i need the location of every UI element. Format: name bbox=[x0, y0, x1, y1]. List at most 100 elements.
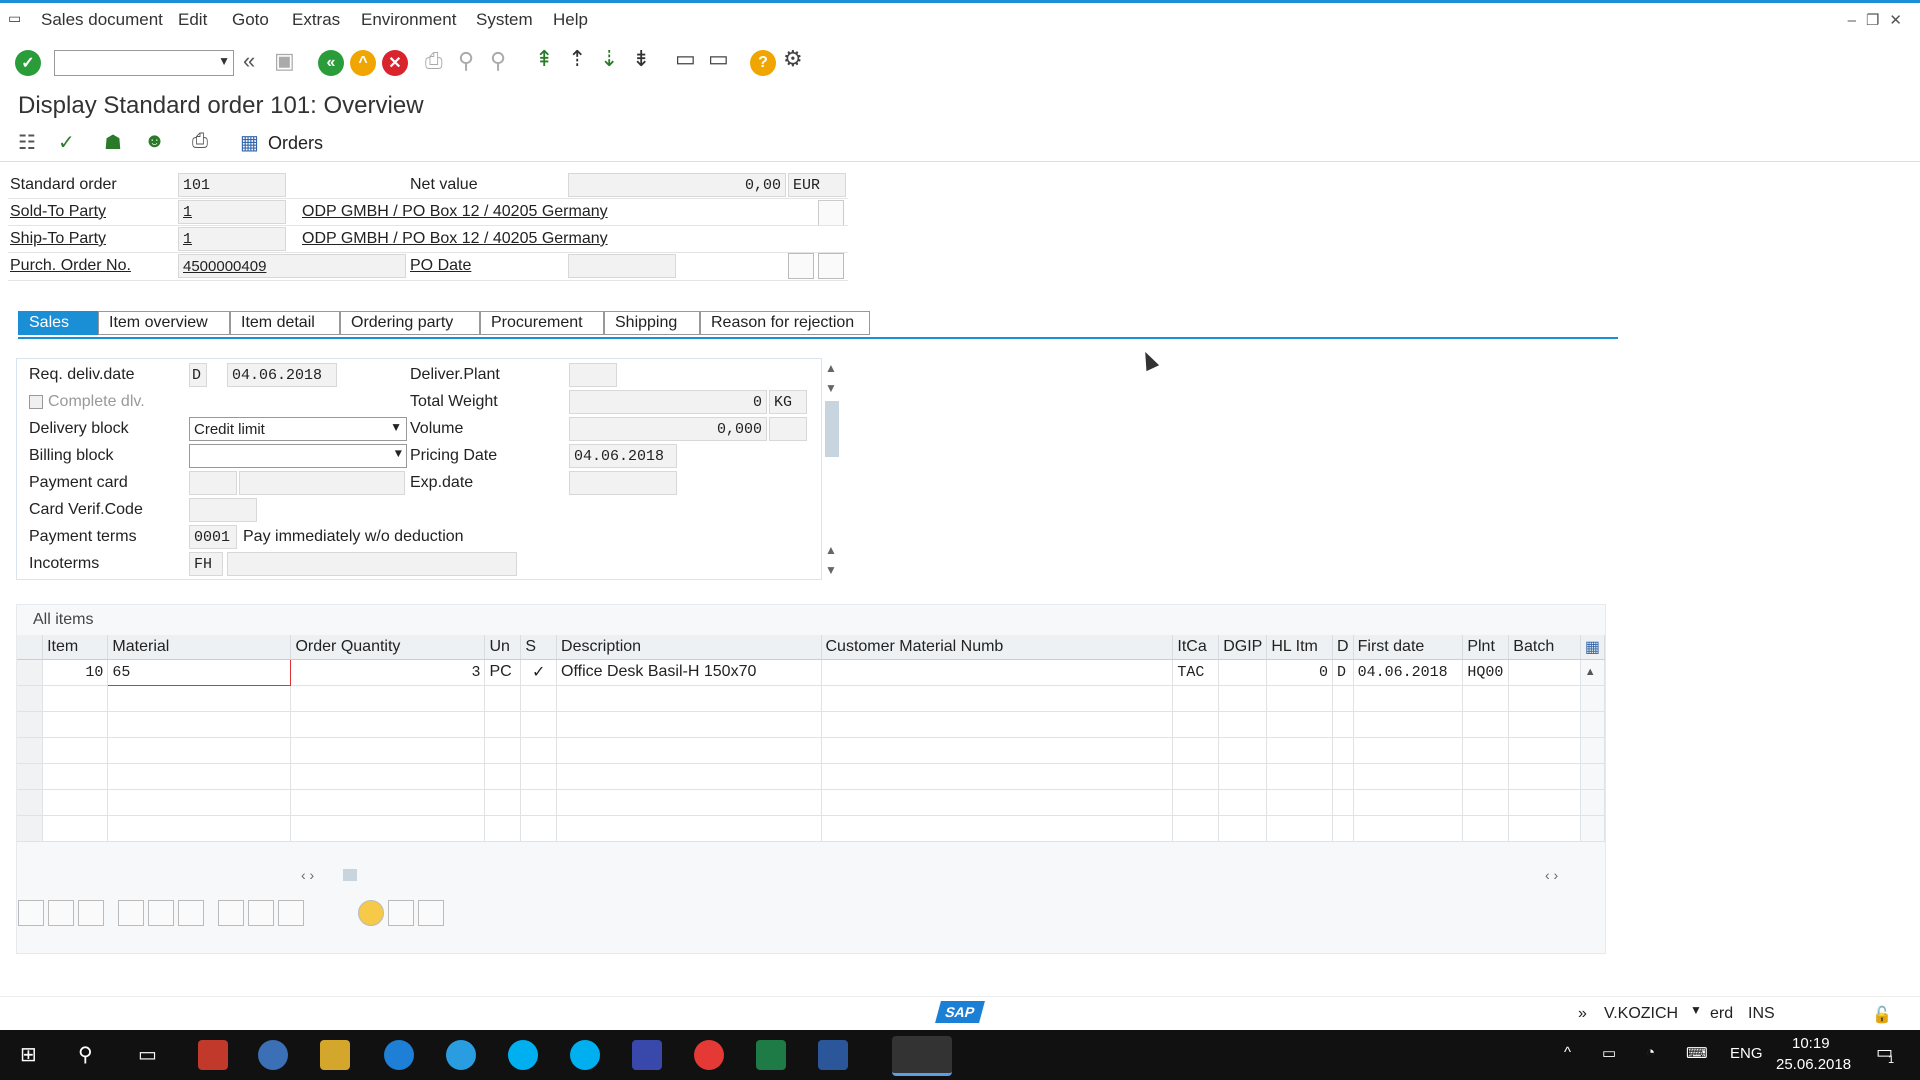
batch-cell[interactable] bbox=[1508, 659, 1581, 686]
menu-help[interactable]: Help bbox=[553, 10, 588, 30]
double-chevron-right-icon[interactable]: » bbox=[1578, 1005, 1587, 1023]
floppy-icon[interactable] bbox=[632, 1040, 662, 1070]
item-conditions-icon[interactable] bbox=[218, 900, 244, 926]
deliver-plant-field[interactable] bbox=[569, 363, 617, 387]
shortcut-icon[interactable]: ▭ bbox=[708, 46, 729, 72]
exp-date-field[interactable] bbox=[569, 471, 677, 495]
scroll-right-icon[interactable]: ‹ › bbox=[1545, 867, 1558, 883]
horizontal-scrollbar-thumb[interactable] bbox=[343, 869, 357, 881]
skype-business-icon[interactable] bbox=[570, 1040, 600, 1070]
printer-icon[interactable] bbox=[818, 253, 844, 279]
description-cell[interactable]: Office Desk Basil-H 150x70 bbox=[556, 659, 822, 686]
window-controls[interactable]: –❐✕ bbox=[1848, 11, 1912, 29]
shield-icon[interactable] bbox=[198, 1040, 228, 1070]
tab-item-overview[interactable]: Item overview bbox=[98, 311, 230, 335]
first-date-cell[interactable]: 04.06.2018 bbox=[1353, 659, 1464, 686]
item-detail-icon[interactable] bbox=[18, 900, 44, 926]
language-indicator[interactable]: ENG bbox=[1730, 1045, 1763, 1062]
internet-explorer-icon[interactable] bbox=[446, 1040, 476, 1070]
deselect-all-icon[interactable] bbox=[178, 900, 204, 926]
close-icon[interactable]: ✕ bbox=[1889, 12, 1912, 29]
chevron-up-icon[interactable]: ^ bbox=[1564, 1044, 1571, 1061]
person-icon[interactable]: ☻ bbox=[144, 130, 165, 153]
column-header[interactable]: S bbox=[520, 635, 558, 660]
table-row[interactable] bbox=[17, 815, 1606, 842]
table-row[interactable] bbox=[17, 685, 1606, 712]
column-header[interactable]: Order Quantity bbox=[290, 635, 486, 660]
menu-icon[interactable]: ▭ bbox=[8, 10, 21, 27]
column-header[interactable]: ItCa bbox=[1172, 635, 1220, 660]
sap-logon-icon[interactable] bbox=[892, 1036, 952, 1076]
insert-row-icon[interactable] bbox=[48, 900, 74, 926]
item-schedule-icon[interactable] bbox=[248, 900, 274, 926]
scroll-left-icon[interactable]: ‹ › bbox=[301, 867, 314, 883]
excel-icon[interactable] bbox=[756, 1040, 786, 1070]
select-all-icon[interactable] bbox=[118, 900, 144, 926]
row-selector-header[interactable] bbox=[17, 635, 44, 660]
column-header[interactable]: Item bbox=[42, 635, 109, 660]
orders-button[interactable]: Orders bbox=[268, 133, 323, 154]
orders-icon[interactable]: ▦ bbox=[240, 130, 259, 155]
next-page-icon[interactable]: ⇣ bbox=[600, 46, 618, 72]
req-deliv-date-field[interactable]: 04.06.2018 bbox=[227, 363, 337, 387]
column-header[interactable]: Material bbox=[107, 635, 292, 660]
delivery-block-select[interactable]: Credit limit ▼ bbox=[189, 417, 407, 441]
menu-extras[interactable]: Extras bbox=[292, 10, 340, 30]
battery-icon[interactable]: ▭ bbox=[1602, 1044, 1616, 1062]
ship-to-address[interactable]: ODP GMBH / PO Box 12 / 40205 Germany bbox=[302, 230, 608, 248]
lock-icon[interactable]: 🔓 bbox=[1872, 1005, 1892, 1025]
row-selector[interactable] bbox=[17, 659, 44, 686]
column-header[interactable]: Un bbox=[484, 635, 522, 660]
delete-row-icon[interactable] bbox=[78, 900, 104, 926]
tab-procurement[interactable]: Procurement bbox=[480, 311, 604, 335]
table-row[interactable] bbox=[17, 737, 1606, 764]
standard-order-field[interactable]: 101 bbox=[178, 173, 286, 197]
po-date-label[interactable]: PO Date bbox=[410, 257, 471, 275]
menu-edit[interactable]: Edit bbox=[178, 10, 207, 30]
payment-card-type-field[interactable] bbox=[189, 471, 237, 495]
double-chevron-left-icon[interactable]: « bbox=[243, 48, 255, 74]
purch-order-no-field[interactable]: 4500000409 bbox=[178, 254, 406, 278]
tab-reason-for-rejection[interactable]: Reason for rejection bbox=[700, 311, 870, 335]
structure-checkbox[interactable]: ✓ bbox=[520, 659, 558, 686]
clock-date[interactable]: 25.06.2018 bbox=[1776, 1056, 1851, 1073]
scroll-down-icon[interactable]: ▼ bbox=[825, 563, 837, 577]
payment-terms-field[interactable]: 0001 bbox=[189, 525, 237, 549]
billing-block-select[interactable]: ▼ bbox=[189, 444, 407, 468]
plant-cell[interactable]: HQ00 bbox=[1462, 659, 1510, 686]
enter-icon[interactable]: ✓ bbox=[15, 50, 41, 76]
exit-icon[interactable]: ^ bbox=[350, 50, 376, 76]
clock-time[interactable]: 10:19 bbox=[1792, 1035, 1830, 1052]
sold-to-party-label[interactable]: Sold-To Party bbox=[10, 203, 106, 221]
chevron-down-icon[interactable]: ▼ bbox=[395, 447, 402, 461]
ship-to-party-label[interactable]: Ship-To Party bbox=[10, 230, 106, 248]
order-quantity-cell[interactable]: 3 bbox=[290, 659, 486, 686]
column-header[interactable]: DGIP bbox=[1218, 635, 1268, 660]
word-icon[interactable] bbox=[818, 1040, 848, 1070]
column-header[interactable]: Batch bbox=[1508, 635, 1581, 660]
scrollbar-thumb[interactable] bbox=[825, 401, 839, 457]
globe-icon[interactable] bbox=[258, 1040, 288, 1070]
purch-order-no-label[interactable]: Purch. Order No. bbox=[10, 257, 131, 275]
item-category-cell[interactable]: TAC bbox=[1172, 659, 1220, 686]
volume-field[interactable]: 0,000 bbox=[569, 417, 767, 441]
incoterms-field[interactable]: FH bbox=[189, 552, 223, 576]
net-value-field[interactable]: 0,00 bbox=[568, 173, 786, 197]
column-header[interactable]: D bbox=[1332, 635, 1354, 660]
gear-icon[interactable]: ⚙ bbox=[783, 46, 803, 72]
chevron-down-icon[interactable]: ▼ bbox=[1690, 1003, 1702, 1017]
column-settings-icon[interactable]: ▦ bbox=[1580, 635, 1606, 660]
column-header[interactable]: Plnt bbox=[1462, 635, 1510, 660]
currency-field[interactable]: EUR bbox=[788, 173, 846, 197]
partner-list-icon[interactable]: ☗ bbox=[104, 130, 122, 155]
column-header[interactable]: Customer Material Numb bbox=[821, 635, 1174, 660]
skype-icon[interactable] bbox=[508, 1040, 538, 1070]
complete-dlv-checkbox[interactable] bbox=[29, 395, 43, 409]
unit-cell[interactable]: PC bbox=[484, 659, 522, 686]
keyboard-icon[interactable]: ⌨ bbox=[1686, 1044, 1708, 1062]
menu-system[interactable]: System bbox=[476, 10, 533, 30]
coin-icon[interactable] bbox=[358, 900, 384, 926]
volume-unit-field[interactable] bbox=[769, 417, 807, 441]
tools-icon[interactable] bbox=[320, 1040, 350, 1070]
back-icon[interactable]: « bbox=[318, 50, 344, 76]
